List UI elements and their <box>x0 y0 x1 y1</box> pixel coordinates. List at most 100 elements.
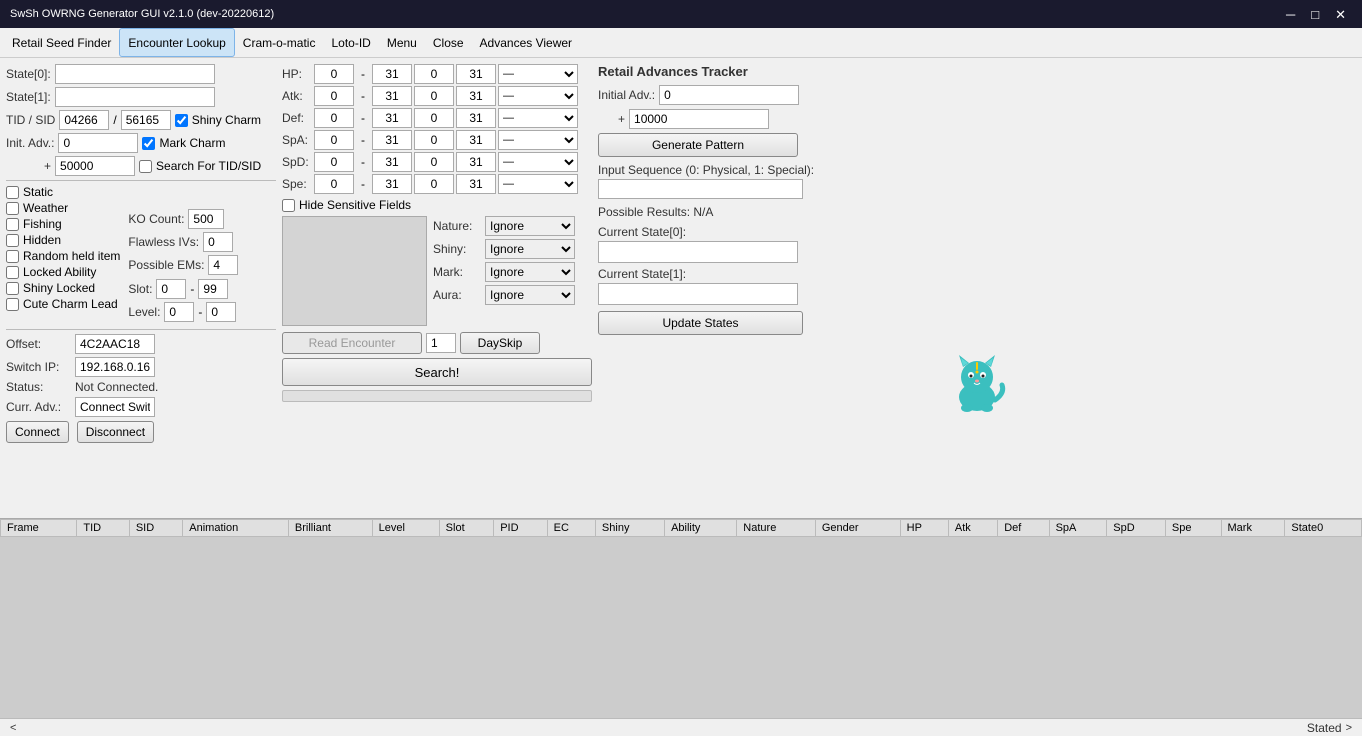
init-adv-input[interactable] <box>58 133 138 153</box>
static-checkbox[interactable] <box>6 186 19 199</box>
aura-select[interactable]: IgnoreYesNo <box>485 285 575 305</box>
hp-min[interactable] <box>314 64 354 84</box>
spe-min[interactable] <box>314 174 354 194</box>
read-encounter-button[interactable]: Read Encounter <box>282 332 422 354</box>
shiny-charm-checkbox[interactable] <box>175 114 188 127</box>
level-min-input[interactable] <box>164 302 194 322</box>
switch-ip-row: Switch IP: <box>6 357 276 377</box>
offset-input[interactable] <box>75 334 155 354</box>
dayskip-count-input[interactable] <box>426 333 456 353</box>
maximize-button[interactable]: □ <box>1305 8 1325 21</box>
close-button[interactable]: ✕ <box>1329 8 1352 21</box>
def-min[interactable] <box>314 108 354 128</box>
minimize-button[interactable]: ─ <box>1280 8 1301 21</box>
spa-min2[interactable] <box>414 130 454 150</box>
menu-cram-o-matic[interactable]: Cram-o-matic <box>235 28 324 57</box>
status-value: Not Connected. <box>75 380 158 394</box>
atk-filter[interactable]: — <box>498 86 578 106</box>
menu-advances-viewer[interactable]: Advances Viewer <box>472 28 581 57</box>
shiny-locked-checkbox[interactable] <box>6 282 19 295</box>
spa-max2[interactable] <box>456 130 496 150</box>
col-mark: Mark <box>1221 520 1285 537</box>
def-min2[interactable] <box>414 108 454 128</box>
atk-max[interactable] <box>372 86 412 106</box>
mark-select[interactable]: IgnoreYesNo <box>485 262 575 282</box>
dayskip-button[interactable]: DaySkip <box>460 332 540 354</box>
state1-input[interactable] <box>55 87 215 107</box>
menu-close[interactable]: Close <box>425 28 472 57</box>
ko-count-label: KO Count: <box>128 212 184 226</box>
random-held-checkbox[interactable] <box>6 250 19 263</box>
hp-filter[interactable]: — <box>498 64 578 84</box>
tracker-plus-row: + <box>598 109 1356 129</box>
menu-retail-seed-finder[interactable]: Retail Seed Finder <box>4 28 119 57</box>
tid-input[interactable] <box>59 110 109 130</box>
nature-select[interactable]: IgnoreYesNo <box>485 216 575 236</box>
mark-row: Mark: IgnoreYesNo <box>433 262 575 282</box>
switch-ip-input[interactable] <box>75 357 155 377</box>
disconnect-button[interactable]: Disconnect <box>77 421 154 443</box>
curr-adv-input[interactable] <box>75 397 155 417</box>
spd-filter[interactable]: — <box>498 152 578 172</box>
sid-input[interactable] <box>121 110 171 130</box>
menu-menu[interactable]: Menu <box>379 28 425 57</box>
search-button[interactable]: Search! <box>282 358 592 386</box>
def-max[interactable] <box>372 108 412 128</box>
spa-max[interactable] <box>372 130 412 150</box>
mark-charm-checkbox[interactable] <box>142 137 155 150</box>
hp-max2[interactable] <box>456 64 496 84</box>
spe-max[interactable] <box>372 174 412 194</box>
menu-loto-id[interactable]: Loto-ID <box>323 28 378 57</box>
generate-pattern-button[interactable]: Generate Pattern <box>598 133 798 157</box>
search-tid-sid-checkbox[interactable] <box>139 160 152 173</box>
slot-row: Slot: - <box>128 279 238 299</box>
current-state0-input[interactable] <box>598 241 798 263</box>
spe-filter[interactable]: — <box>498 174 578 194</box>
atk-min2[interactable] <box>414 86 454 106</box>
spd-max[interactable] <box>372 152 412 172</box>
hide-sensitive-checkbox[interactable] <box>282 199 295 212</box>
main-content: State[0]: State[1]: TID / SID / Shiny Ch… <box>0 58 1362 518</box>
spe-min2[interactable] <box>414 174 454 194</box>
possible-ems-input[interactable] <box>208 255 238 275</box>
plus-input[interactable] <box>55 156 135 176</box>
level-max-input[interactable] <box>206 302 236 322</box>
tracker-plus-input[interactable] <box>629 109 769 129</box>
locked-ability-checkbox[interactable] <box>6 266 19 279</box>
col-spa: SpA <box>1049 520 1107 537</box>
spd-min[interactable] <box>314 152 354 172</box>
spa-min[interactable] <box>314 130 354 150</box>
shiny-select[interactable]: IgnoreYesNo <box>485 239 575 259</box>
hidden-checkbox[interactable] <box>6 234 19 247</box>
results-table-container[interactable]: Frame TID SID Animation Brilliant Level … <box>0 518 1362 718</box>
hp-max[interactable] <box>372 64 412 84</box>
def-filter[interactable]: — <box>498 108 578 128</box>
ko-count-input[interactable] <box>188 209 224 229</box>
atk-min[interactable] <box>314 86 354 106</box>
scroll-right-button[interactable]: > <box>1342 722 1356 734</box>
slot-label: Slot: <box>128 282 152 296</box>
cute-charm-checkbox[interactable] <box>6 298 19 311</box>
fishing-checkbox[interactable] <box>6 218 19 231</box>
atk-max2[interactable] <box>456 86 496 106</box>
scroll-left-button[interactable]: < <box>6 722 20 734</box>
spe-max2[interactable] <box>456 174 496 194</box>
spd-min2[interactable] <box>414 152 454 172</box>
hp-min2[interactable] <box>414 64 454 84</box>
empty-row <box>1 537 1362 697</box>
current-state0-label: Current State[0]: <box>598 225 1356 239</box>
state0-input[interactable] <box>55 64 215 84</box>
input-seq-input[interactable] <box>598 179 803 199</box>
update-states-button[interactable]: Update States <box>598 311 803 335</box>
tracker-init-adv-input[interactable] <box>659 85 799 105</box>
flawless-ivs-input[interactable] <box>203 232 233 252</box>
weather-checkbox[interactable] <box>6 202 19 215</box>
current-state1-input[interactable] <box>598 283 798 305</box>
menu-encounter-lookup[interactable]: Encounter Lookup <box>119 28 234 57</box>
def-max2[interactable] <box>456 108 496 128</box>
connect-button[interactable]: Connect <box>6 421 69 443</box>
spd-max2[interactable] <box>456 152 496 172</box>
spa-filter[interactable]: — <box>498 130 578 150</box>
slot-max-input[interactable] <box>198 279 228 299</box>
slot-min-input[interactable] <box>156 279 186 299</box>
